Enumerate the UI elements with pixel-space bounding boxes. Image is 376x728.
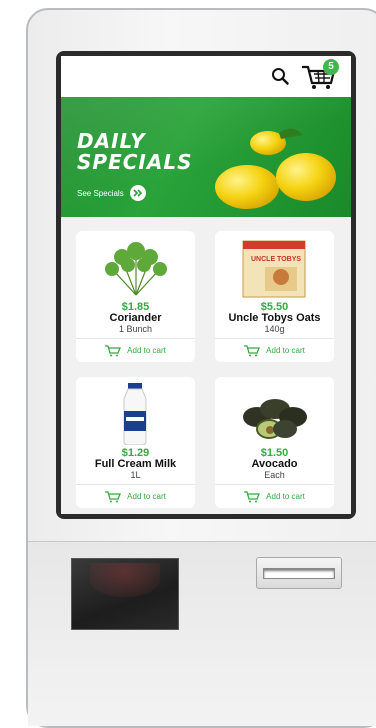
see-specials-label: See Specials [77,188,124,198]
banner-title-line2: SPECIALS [77,150,193,174]
product-name: Full Cream Milk [94,458,177,470]
receipt-slot [256,557,342,589]
product-name: Coriander [109,312,162,324]
add-to-cart-button[interactable]: Add to cart [76,338,195,362]
milk-bottle-image [123,383,147,445]
product-name: Avocado [251,458,298,470]
add-to-cart-button[interactable]: Add to cart [76,484,195,508]
daily-specials-banner[interactable]: DAILY SPECIALS See Specials [61,97,351,217]
add-to-cart-label: Add to cart [127,492,166,501]
kiosk-screen: 5 DAILY SPECIALS See Specials $1.85 Cori… [61,56,351,514]
add-to-cart-icon [244,344,261,356]
see-specials-link[interactable]: See Specials [77,185,146,201]
product-unit: Each [264,470,285,480]
search-icon[interactable] [271,67,289,85]
double-chevron-right-icon [129,185,146,201]
oats-box-image: UNCLE TOBYS [242,240,306,298]
product-unit: 1 Bunch [118,324,153,334]
add-to-cart-icon [105,490,122,502]
top-bar: 5 [61,56,351,97]
product-card-avocado[interactable]: $1.50 Avocado Each Add to cart [215,377,334,508]
product-unit: 140g [264,324,285,334]
oats-package-text: UNCLE TOBYS [251,256,301,263]
add-to-cart-icon [244,490,261,502]
add-to-cart-label: Add to cart [127,346,166,355]
kiosk-divider [28,541,376,542]
coriander-image [105,242,167,296]
add-to-cart-label: Add to cart [266,346,305,355]
product-name: Uncle Tobys Oats [228,312,321,324]
product-unit: 1L [130,470,141,480]
add-to-cart-label: Add to cart [266,492,305,501]
add-to-cart-button[interactable]: Add to cart [215,484,334,508]
cart-count-badge: 5 [323,59,339,75]
receipt-slot-opening [263,568,335,579]
avocado-image [243,399,307,439]
product-card-coriander[interactable]: $1.85 Coriander 1 Bunch Add to cart [76,231,195,362]
scanner-glow [90,563,160,597]
barcode-scanner-window [71,558,179,630]
lemons-image [215,128,336,209]
product-card-oats[interactable]: UNCLE TOBYS $5.50 Uncle Tobys Oats 140g … [215,231,334,362]
add-to-cart-button[interactable]: Add to cart [215,338,334,362]
banner-title: DAILY SPECIALS [77,131,192,173]
add-to-cart-icon [105,344,122,356]
product-card-milk[interactable]: $1.29 Full Cream Milk 1L Add to cart [76,377,195,508]
banner-title-line1: DAILY [77,129,146,153]
